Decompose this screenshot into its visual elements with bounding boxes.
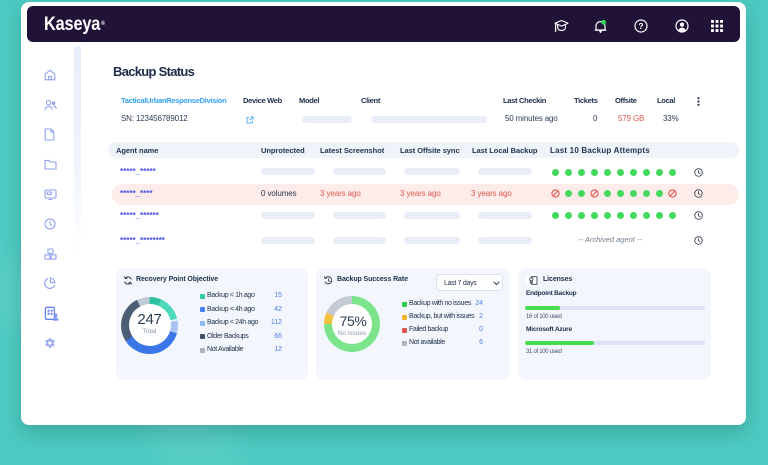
- svg-text:?: ?: [638, 21, 643, 31]
